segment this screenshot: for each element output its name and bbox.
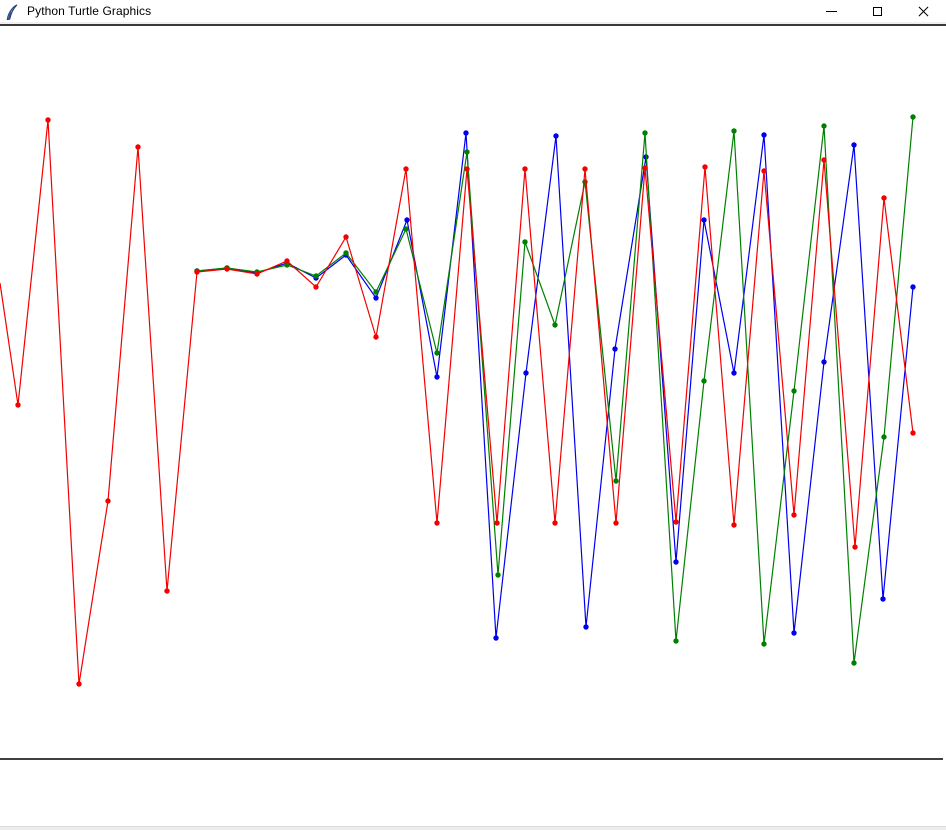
red-series-point — [15, 402, 20, 407]
blue-series-point — [373, 295, 378, 300]
blue-series-point — [434, 374, 439, 379]
blue-series-point — [851, 142, 856, 147]
red-series-point — [194, 269, 199, 274]
red-series-point — [582, 166, 587, 171]
blue-series-point — [761, 132, 766, 137]
blue-series-point — [583, 624, 588, 629]
red-series-point — [284, 258, 289, 263]
red-series-point — [642, 165, 647, 170]
blue-series-point — [701, 217, 706, 222]
red-series-point — [434, 520, 439, 525]
maximize-button[interactable] — [854, 0, 900, 22]
red-series-point — [821, 157, 826, 162]
red-series-point — [224, 266, 229, 271]
red-series-point — [522, 166, 527, 171]
green-series-point — [373, 289, 378, 294]
red-series-point — [313, 284, 318, 289]
minimize-icon — [826, 11, 837, 12]
line-chart — [0, 26, 946, 830]
red-series-point — [254, 271, 259, 276]
green-series-point — [613, 478, 618, 483]
green-series-point — [522, 239, 527, 244]
red-series-point — [673, 519, 678, 524]
canvas-top-border — [0, 24, 946, 26]
green-series-point — [313, 273, 318, 278]
green-series-point — [701, 378, 706, 383]
tk-feather-icon — [6, 4, 18, 20]
blue-series-point — [791, 630, 796, 635]
blue-series-point — [673, 559, 678, 564]
blue-series-point — [612, 346, 617, 351]
red-series-point — [464, 166, 469, 171]
blue-series-point — [553, 133, 558, 138]
blue-series-point — [404, 217, 409, 222]
red-series-point — [373, 334, 378, 339]
close-button[interactable] — [900, 0, 946, 22]
green-series-point — [731, 128, 736, 133]
red-series-point — [343, 234, 348, 239]
red-series-point — [613, 520, 618, 525]
blue-series-point — [821, 359, 826, 364]
red-series-point — [45, 117, 50, 122]
red-series-point — [702, 164, 707, 169]
red-series-point — [910, 430, 915, 435]
maximize-icon — [873, 7, 882, 16]
python-turtle-graphics-window: { "window": { "title": "Python Turtle Gr… — [0, 0, 946, 830]
window-controls — [808, 0, 946, 22]
green-series-point — [495, 572, 500, 577]
red-series-point — [881, 195, 886, 200]
red-series-point — [135, 144, 140, 149]
window-title: Python Turtle Graphics — [27, 4, 151, 18]
green-series-point — [791, 388, 796, 393]
red-series-point — [403, 166, 408, 171]
green-series-point — [343, 250, 348, 255]
green-series-point — [761, 641, 766, 646]
green-series-point — [910, 114, 915, 119]
green-series-point — [821, 123, 826, 128]
close-icon — [918, 6, 929, 17]
blue-series-line — [197, 133, 913, 638]
blue-series-point — [731, 370, 736, 375]
red-series-point — [852, 544, 857, 549]
blue-series-point — [523, 370, 528, 375]
title-bar: Python Turtle Graphics — [0, 0, 946, 22]
green-series-line — [197, 117, 913, 663]
blue-series-point — [493, 635, 498, 640]
red-series-point — [761, 168, 766, 173]
red-series-point — [105, 498, 110, 503]
green-series-point — [434, 350, 439, 355]
green-series-point — [642, 130, 647, 135]
window-bottom-edge — [0, 826, 946, 830]
red-series-point — [164, 588, 169, 593]
green-series-point — [881, 434, 886, 439]
red-series-point — [791, 512, 796, 517]
red-series-point — [552, 520, 557, 525]
green-series-point — [403, 226, 408, 231]
green-series-point — [673, 638, 678, 643]
red-series-line — [0, 120, 913, 684]
minimize-button[interactable] — [808, 0, 854, 22]
turtle-canvas — [0, 26, 946, 826]
red-series-point — [76, 681, 81, 686]
green-series-point — [851, 660, 856, 665]
blue-series-point — [910, 284, 915, 289]
red-series-point — [494, 520, 499, 525]
blue-series-point — [880, 596, 885, 601]
blue-series-point — [463, 130, 468, 135]
green-series-point — [464, 149, 469, 154]
green-series-point — [552, 322, 557, 327]
red-series-point — [731, 522, 736, 527]
